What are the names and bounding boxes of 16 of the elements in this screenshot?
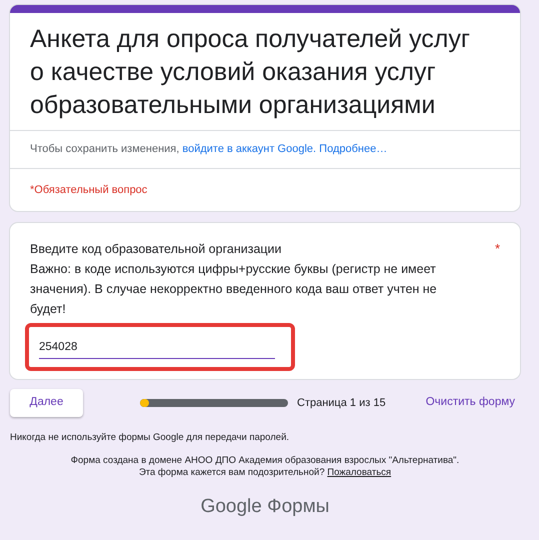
required-mark: *	[494, 240, 500, 258]
required-note: *Обязательный вопрос	[30, 184, 148, 196]
sign-in-note: Чтобы сохранить изменения, войдите в аккаунт Google. Подробнее…	[30, 143, 388, 155]
form-title: Анкета для опроса получателей услуг о качестве условий оказания услуг образовательными организациями	[30, 24, 471, 121]
page-indicator: Страница 1 из 15	[297, 396, 386, 410]
answer-field[interactable]: 254028	[39, 338, 275, 359]
report-link[interactable]: Пожаловаться	[327, 467, 392, 478]
sign-in-link[interactable]: войдите в аккаунт Google.	[182, 143, 316, 155]
question-text: Введите код образовательной организации Важно: в коде используются цифры+русские буквы (регистр не имеет значения). В случае некорректно введенного кода ваш ответ учтен не будет!	[30, 240, 438, 318]
next-button[interactable]: Далее	[10, 388, 83, 417]
product-logo: Google Формы	[200, 495, 330, 519]
password-warning: Никогда не используйте формы Google для передачи паролей.	[10, 430, 290, 445]
domain-note: Форма создана в домене АНОО ДПО Академия образования взрослых "Альтернатива".	[70, 455, 460, 467]
learn-more-link[interactable]: Подробнее…	[319, 143, 388, 155]
suspicious-note: Эта форма кажется вам подозрительной? Пожаловаться	[138, 467, 392, 479]
clear-form-button[interactable]: Очистить форму	[426, 394, 520, 412]
